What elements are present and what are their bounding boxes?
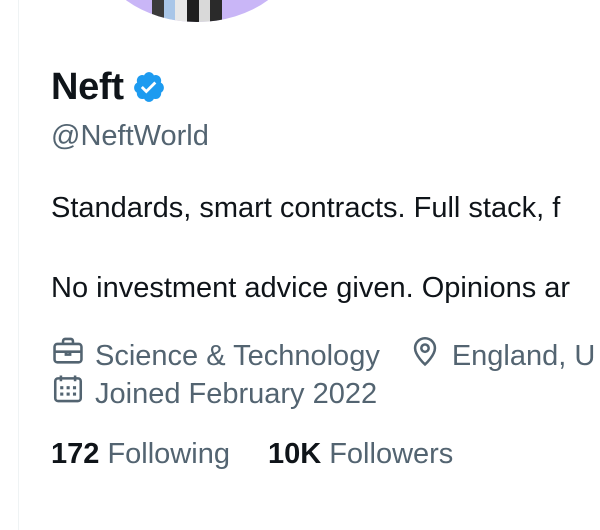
- avatar-image: [152, 0, 223, 22]
- display-name: Neft: [51, 66, 124, 108]
- profile-joined-row: Joined February 2022: [51, 372, 377, 415]
- profile-joined-date: Joined February 2022: [95, 377, 378, 410]
- followers-link[interactable]: 10K Followers: [268, 438, 453, 470]
- bio-line: Standards, smart contracts. Full stack, …: [51, 192, 561, 224]
- verified-badge-icon[interactable]: [132, 70, 166, 104]
- profile-handle: @NeftWorld: [51, 120, 209, 152]
- calendar-icon: [51, 372, 95, 415]
- profile-category: Science & Technology: [95, 339, 380, 372]
- profile-stats: 172 Following 10K Followers: [51, 436, 491, 472]
- profile-location: England, U: [451, 339, 596, 372]
- following-count: 172: [51, 438, 100, 470]
- profile-meta-row: Science & Technology England, U: [51, 334, 595, 377]
- followers-label: Followers: [329, 438, 454, 470]
- followers-count: 10K: [267, 438, 322, 470]
- following-label: Following: [107, 438, 230, 470]
- profile-name-row: Neft: [51, 64, 166, 110]
- briefcase-icon: [51, 334, 95, 377]
- location-pin-icon: [408, 334, 452, 377]
- following-link[interactable]: 172 Following: [51, 438, 230, 470]
- bio-line: No investment advice given. Opinions ar: [51, 272, 571, 304]
- avatar[interactable]: [97, 0, 297, 22]
- column-border: [18, 0, 19, 530]
